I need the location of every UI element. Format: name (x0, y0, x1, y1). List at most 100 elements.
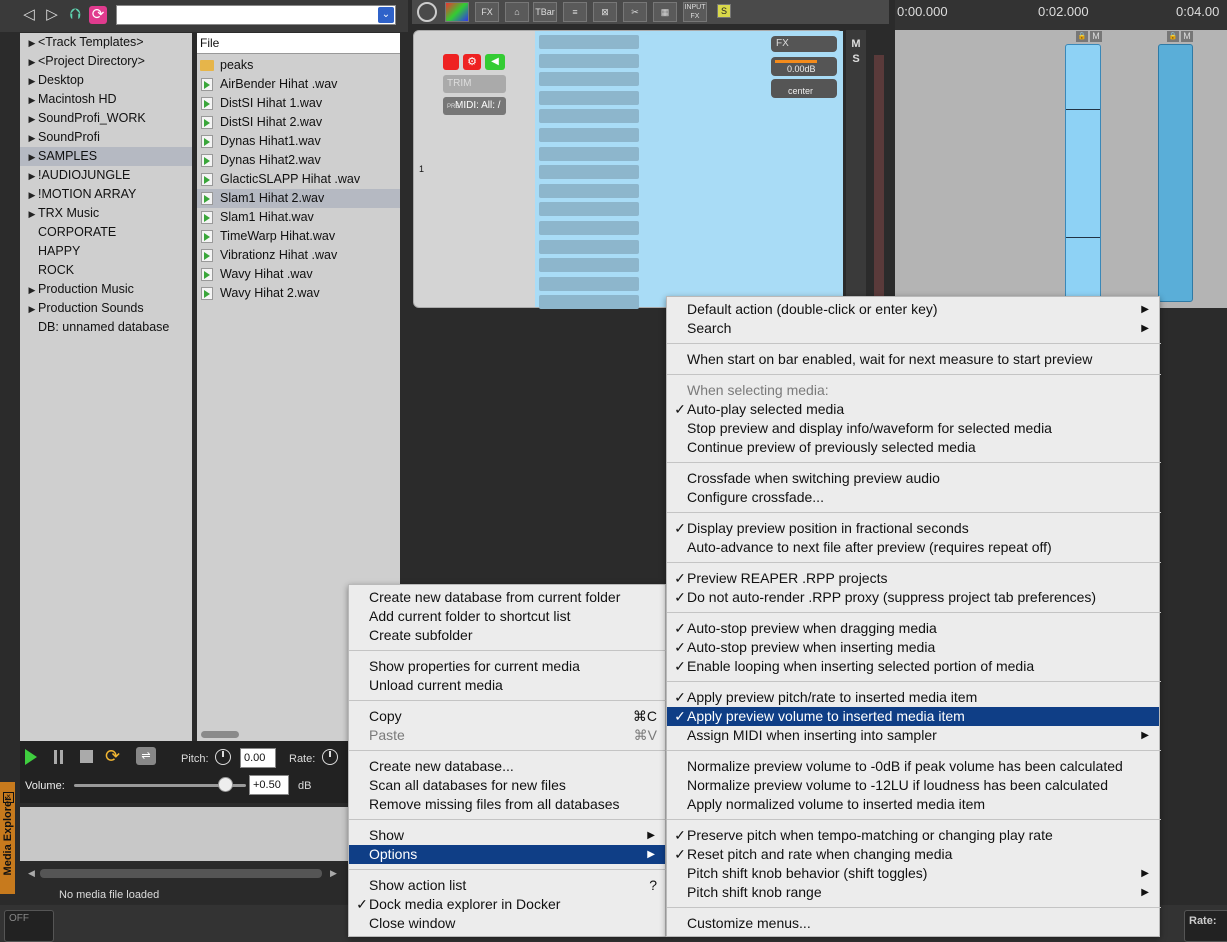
menu-item-search[interactable]: Search ▶ (667, 319, 1159, 338)
tree-item[interactable]: DB: unnamed database (20, 318, 192, 337)
pan-knob[interactable]: center (771, 79, 837, 98)
menu-item-normalize-preview-volume-to-12lu-if-loud[interactable]: Normalize preview volume to -12LU if lou… (667, 776, 1159, 795)
menu-item-configure-crossfade[interactable]: Configure crossfade... (667, 488, 1159, 507)
tree-item[interactable]: ▶ Desktop (20, 71, 192, 90)
send-slot[interactable] (539, 53, 639, 68)
send-slot[interactable] (539, 258, 639, 273)
mixer-icon[interactable]: ≡ (563, 2, 587, 22)
menu-item-options[interactable]: Options ▶ (349, 845, 665, 864)
track-lane[interactable]: FX 0.00dB center (535, 31, 843, 310)
file-item[interactable]: AirBender Hihat .wav (197, 75, 400, 94)
preview-scrollbar[interactable] (40, 869, 322, 878)
menu-item-do-not-auto-render-rpp-proxy-suppress-pr[interactable]: ✓ Do not auto-render .RPP proxy (suppress… (667, 588, 1159, 607)
menu-item-apply-preview-pitch-rate-to-inserted-med[interactable]: ✓ Apply preview pitch/rate to inserted me… (667, 688, 1159, 707)
menu-item-auto-stop-preview-when-dragging-media[interactable]: ✓ Auto-stop preview when dragging media (667, 619, 1159, 638)
trim-button[interactable]: TRIM (443, 75, 506, 93)
input-fx-button[interactable]: INPUT FX (683, 2, 707, 22)
tree-item[interactable]: ROCK (20, 261, 192, 280)
expand-arrow-icon[interactable]: ▶ (26, 281, 38, 300)
scroll-left-icon[interactable]: ◀ (28, 868, 35, 879)
send-slot[interactable] (539, 276, 639, 291)
menu-item-preview-reaper-rpp-projects[interactable]: ✓ Preview REAPER .RPP projects (667, 569, 1159, 588)
expand-arrow-icon[interactable]: ▶ (26, 91, 38, 110)
menu-item-preserve-pitch-when-tempo-matching-or-ch[interactable]: ✓ Preserve pitch when tempo-matching or c… (667, 826, 1159, 845)
tree-item[interactable]: ▶ !AUDIOJUNGLE (20, 166, 192, 185)
repeat-icon[interactable]: ⟳ (105, 747, 123, 765)
tree-item[interactable]: CORPORATE (20, 223, 192, 242)
send-slot[interactable] (539, 109, 639, 124)
file-item[interactable]: Dynas Hihat1.wav (197, 132, 400, 151)
menu-item-apply-normalized-volume-to-inserted-medi[interactable]: Apply normalized volume to inserted medi… (667, 795, 1159, 814)
fx-chain-button[interactable]: FX (771, 36, 837, 52)
record-button[interactable] (443, 54, 459, 70)
menu-item-pitch-shift-knob-behavior-shift-toggles[interactable]: Pitch shift knob behavior (shift toggles… (667, 864, 1159, 883)
menu-item-auto-advance-to-next-file-after-preview-[interactable]: Auto-advance to next file after preview … (667, 538, 1159, 557)
file-item[interactable]: TimeWarp Hihat.wav (197, 227, 400, 246)
send-slot[interactable] (539, 72, 639, 87)
menu-item-default-action-double-click-or-enter-key[interactable]: Default action (double-click or enter ke… (667, 300, 1159, 319)
forward-icon[interactable]: ▷ (43, 6, 61, 24)
expand-arrow-icon[interactable]: ▶ (26, 53, 38, 72)
menu-item-create-new-database-from-current-folder[interactable]: Create new database from current folder (349, 588, 665, 607)
folder-item[interactable]: peaks (197, 56, 400, 75)
menu-item-normalize-preview-volume-to-0db-if-peak-[interactable]: Normalize preview volume to -0dB if peak… (667, 757, 1159, 776)
path-input[interactable]: ⌄ (116, 5, 396, 25)
file-item[interactable]: Vibrationz Hihat .wav (197, 246, 400, 265)
tree-item[interactable]: ▶ <Track Templates> (20, 33, 192, 52)
menu-item-when-start-on-bar-enabled-wait-for-next-[interactable]: When start on bar enabled, wait for next… (667, 350, 1159, 369)
color-icon[interactable] (445, 2, 469, 22)
tree-item[interactable]: ▶ <Project Directory> (20, 52, 192, 71)
menu-item-pitch-shift-knob-range[interactable]: Pitch shift knob range ▶ (667, 883, 1159, 902)
volume-input[interactable]: +0.50 (249, 775, 289, 795)
waveform-preview[interactable] (20, 807, 372, 861)
tbar-button[interactable]: TBar (533, 2, 557, 22)
expand-arrow-icon[interactable]: ▶ (26, 110, 38, 129)
file-item[interactable]: Slam1 Hihat 2.wav (197, 189, 400, 208)
menu-item-unload-current-media[interactable]: Unload current media (349, 676, 665, 695)
file-item[interactable]: DistSI Hihat 2.wav (197, 113, 400, 132)
menu-item-create-new-database[interactable]: Create new database... (349, 757, 665, 776)
send-slot[interactable] (539, 183, 639, 198)
file-column-header[interactable]: File (197, 33, 400, 54)
menu-item-customize-menus[interactable]: Customize menus... (667, 914, 1159, 933)
envelope-icon[interactable]: ⊠ (593, 2, 617, 22)
close-icon[interactable]: × (3, 792, 14, 803)
tools-icon[interactable]: ✂ (623, 2, 647, 22)
menu-item-show-action-list[interactable]: Show action list? (349, 876, 665, 895)
grid-icon[interactable]: ▦ (653, 2, 677, 22)
menu-item-auto-stop-preview-when-inserting-media[interactable]: ✓ Auto-stop preview when inserting media (667, 638, 1159, 657)
expand-arrow-icon[interactable]: ▶ (26, 186, 38, 205)
tree-item[interactable]: ▶ TRX Music (20, 204, 192, 223)
send-slot[interactable] (539, 239, 639, 254)
menu-item-stop-preview-and-display-info-waveform-f[interactable]: Stop preview and display info/waveform f… (667, 419, 1159, 438)
pause-icon[interactable] (54, 750, 57, 764)
send-slot[interactable] (539, 165, 639, 180)
send-slot[interactable] (539, 202, 639, 217)
record-arm-icon[interactable] (417, 2, 437, 22)
tree-item[interactable]: ▶ Production Sounds (20, 299, 192, 318)
menu-item-show-properties-for-current-media[interactable]: Show properties for current media (349, 657, 665, 676)
menu-item-auto-play-selected-media[interactable]: ✓ Auto-play selected media (667, 400, 1159, 419)
menu-item-display-preview-position-in-fractional-s[interactable]: ✓ Display preview position in fractional … (667, 519, 1159, 538)
settings-sliders-icon[interactable]: ⇌ (136, 747, 156, 765)
media-item[interactable]: 🔒 M (1065, 31, 1102, 302)
item-mute-button[interactable]: M (1090, 31, 1102, 42)
mute-button[interactable]: M (846, 38, 866, 50)
expand-arrow-icon[interactable]: ▶ (26, 34, 38, 53)
send-slot[interactable] (539, 146, 639, 161)
chevron-down-icon[interactable]: ⌄ (378, 7, 394, 23)
send-slot[interactable] (539, 128, 639, 142)
volume-fader[interactable]: 0.00dB (771, 57, 837, 76)
menu-item-apply-preview-volume-to-inserted-media-i[interactable]: ✓ Apply preview volume to inserted media … (667, 707, 1159, 726)
rate-control[interactable]: Rate: (1184, 910, 1227, 942)
stop-icon[interactable] (80, 750, 93, 763)
expand-arrow-icon[interactable]: ▶ (26, 148, 38, 167)
menu-item-reset-pitch-and-rate-when-changing-media[interactable]: ✓ Reset pitch and rate when changing medi… (667, 845, 1159, 864)
menu-item-remove-missing-files-from-all-databases[interactable]: Remove missing files from all databases (349, 795, 665, 814)
expand-arrow-icon[interactable]: ▶ (26, 72, 38, 91)
track-panel[interactable]: ⚙ ◀ TRIM MIDI: All: / PRE 1 FX 0.00dB ce… (413, 30, 843, 310)
pitch-knob[interactable] (215, 749, 231, 765)
send-slot[interactable] (539, 35, 639, 49)
menu-item-add-current-folder-to-shortcut-list[interactable]: Add current folder to shortcut list (349, 607, 665, 626)
menu-item-copy[interactable]: Copy ⌘C (349, 707, 665, 726)
